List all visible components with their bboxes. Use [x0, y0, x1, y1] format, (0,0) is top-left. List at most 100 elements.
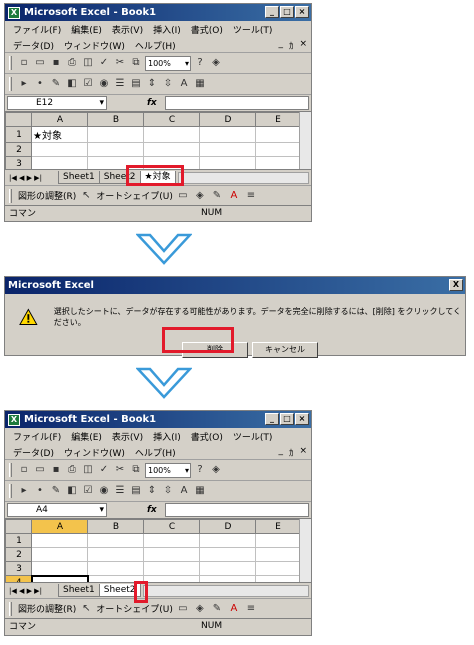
zoom-select[interactable]: 100% — [145, 55, 191, 71]
doc-restore-icon[interactable]: ｶ — [289, 39, 294, 52]
arrow-icon[interactable]: ▸ — [17, 77, 31, 91]
col-header-d[interactable]: D — [199, 112, 256, 127]
bullet-icon[interactable]: • — [33, 77, 47, 91]
format-icon[interactable]: ◧ — [65, 77, 79, 91]
fx-icon[interactable]: fx — [147, 98, 157, 108]
corner-cell[interactable] — [5, 112, 32, 127]
grid-icon[interactable]: ▦ — [193, 484, 207, 498]
cell[interactable] — [31, 547, 88, 562]
open-icon[interactable]: ▭ — [33, 56, 47, 70]
cell[interactable] — [255, 547, 300, 562]
scroll-icon[interactable]: ⇕ — [145, 77, 159, 91]
line-style-icon[interactable]: ≡ — [244, 602, 258, 616]
cut-icon[interactable]: ✂ — [113, 463, 127, 477]
font-color-icon[interactable]: A — [227, 602, 241, 616]
cell-a1[interactable]: ★対象 — [31, 126, 88, 143]
name-box[interactable]: A4 — [7, 503, 107, 517]
menu-edit[interactable]: 編集(E) — [71, 430, 102, 443]
combo-icon[interactable]: ▤ — [129, 77, 143, 91]
col-header-d[interactable]: D — [199, 519, 256, 534]
draw-menu[interactable]: 図形の調整(R) — [18, 189, 76, 202]
fx-icon[interactable]: fx — [147, 505, 157, 515]
select-arrow-icon[interactable]: ↖ — [79, 189, 93, 203]
line-style-icon[interactable]: ≡ — [244, 189, 258, 203]
cell[interactable] — [143, 547, 200, 562]
scroll-icon[interactable]: ⇕ — [145, 484, 159, 498]
option-icon[interactable]: ◉ — [97, 484, 111, 498]
spinner-icon[interactable]: ⇳ — [161, 77, 175, 91]
cell[interactable] — [87, 533, 144, 548]
row-header-3[interactable]: 3 — [5, 561, 32, 576]
cell[interactable] — [143, 142, 200, 157]
menu-window[interactable]: ウィンドウ(W) — [64, 446, 125, 459]
checkbox-icon[interactable]: ☑ — [81, 77, 95, 91]
doc-restore-icon[interactable]: ｶ — [289, 446, 294, 459]
menu-tools[interactable]: ツール(T) — [233, 430, 273, 443]
cell[interactable] — [87, 142, 144, 157]
formula-input[interactable] — [164, 96, 309, 110]
col-header-e[interactable]: E — [255, 112, 300, 127]
cut-icon[interactable]: ✂ — [113, 56, 127, 70]
list-icon[interactable]: ☰ — [113, 77, 127, 91]
col-header-c[interactable]: C — [143, 112, 200, 127]
cancel-button[interactable]: キャンセル — [252, 342, 318, 358]
select-arrow-icon[interactable]: ↖ — [79, 602, 93, 616]
open-icon[interactable]: ▭ — [33, 463, 47, 477]
cell[interactable] — [199, 533, 256, 548]
row-header-2[interactable]: 2 — [5, 547, 32, 562]
list-icon[interactable]: ☰ — [113, 484, 127, 498]
cell[interactable] — [199, 142, 256, 157]
label-icon[interactable]: A — [177, 484, 191, 498]
cell[interactable] — [87, 126, 144, 143]
cell[interactable] — [255, 533, 300, 548]
menu-help[interactable]: ヘルプ(H) — [135, 446, 176, 459]
menu-file[interactable]: ファイル(F) — [13, 430, 61, 443]
save-icon[interactable]: ▪ — [49, 56, 63, 70]
corner-cell[interactable] — [5, 519, 32, 534]
cell[interactable] — [199, 126, 256, 143]
horizontal-scrollbar[interactable] — [177, 171, 309, 184]
cell[interactable] — [31, 533, 88, 548]
font-color-icon[interactable]: A — [227, 189, 241, 203]
line-color-icon[interactable]: ✎ — [210, 189, 224, 203]
option-icon[interactable]: ◉ — [97, 77, 111, 91]
menu-format[interactable]: 書式(O) — [191, 23, 223, 36]
pencil-icon[interactable]: ✎ — [49, 484, 63, 498]
save-icon[interactable]: ▪ — [49, 463, 63, 477]
help-icon[interactable]: ? — [193, 463, 207, 477]
copy-icon[interactable]: ⧉ — [129, 463, 143, 477]
spell-icon[interactable]: ✓ — [97, 56, 111, 70]
row-header-1[interactable]: 1 — [5, 126, 32, 143]
cell[interactable] — [143, 533, 200, 548]
fill-color-icon[interactable]: ◈ — [209, 463, 223, 477]
menu-data[interactable]: データ(D) — [13, 39, 54, 52]
col-header-b[interactable]: B — [87, 112, 144, 127]
col-header-e[interactable]: E — [255, 519, 300, 534]
tab-nav-buttons[interactable]: |◀ ◀ ▶ ▶| — [5, 174, 59, 182]
doc-minimize-icon[interactable]: _ — [278, 446, 283, 459]
cell[interactable] — [87, 547, 144, 562]
menu-insert[interactable]: 挿入(I) — [153, 23, 181, 36]
vertical-scrollbar[interactable] — [299, 112, 311, 169]
name-box[interactable]: E12 — [7, 96, 107, 110]
fill-icon[interactable]: ◈ — [193, 189, 207, 203]
menu-format[interactable]: 書式(O) — [191, 430, 223, 443]
cell[interactable] — [199, 561, 256, 576]
menu-help[interactable]: ヘルプ(H) — [135, 39, 176, 52]
vertical-scrollbar[interactable] — [299, 519, 311, 582]
col-header-c[interactable]: C — [143, 519, 200, 534]
print-icon[interactable]: ⎙ — [65, 56, 79, 70]
autoshape-menu[interactable]: オートシェイプ(U) — [96, 602, 173, 615]
cell[interactable] — [87, 561, 144, 576]
copy-icon[interactable]: ⧉ — [129, 56, 143, 70]
row-header-1[interactable]: 1 — [5, 533, 32, 548]
draw-menu[interactable]: 図形の調整(R) — [18, 602, 76, 615]
menu-file[interactable]: ファイル(F) — [13, 23, 61, 36]
menu-window[interactable]: ウィンドウ(W) — [64, 39, 125, 52]
cell[interactable] — [143, 561, 200, 576]
format-icon[interactable]: ◧ — [65, 484, 79, 498]
grid-icon[interactable]: ▦ — [193, 77, 207, 91]
close-button[interactable]: × — [295, 6, 309, 18]
menu-view[interactable]: 表示(V) — [112, 23, 143, 36]
horizontal-scrollbar[interactable] — [142, 584, 309, 597]
